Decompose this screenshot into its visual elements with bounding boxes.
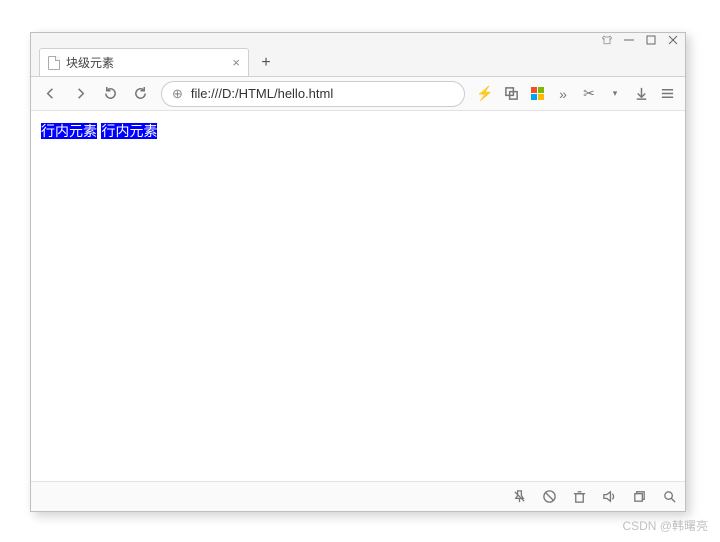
url-text: file:///D:/HTML/hello.html — [191, 86, 333, 101]
toolbar-right: ⚡ » ✂ ▾ — [473, 81, 679, 107]
download-icon[interactable] — [629, 81, 653, 107]
restore-icon[interactable] — [631, 489, 647, 505]
new-tab-button[interactable]: + — [253, 50, 279, 76]
block-icon[interactable] — [541, 489, 557, 505]
more-icon[interactable]: » — [551, 81, 575, 107]
inline-element-2: 行内元素 — [101, 123, 157, 139]
translate-icon[interactable] — [499, 81, 523, 107]
tab-title: 块级元素 — [66, 54, 114, 71]
tab-close-icon[interactable]: × — [232, 55, 240, 70]
inline-element-1: 行内元素 — [41, 123, 97, 139]
undo-button[interactable] — [127, 81, 153, 107]
close-icon[interactable] — [667, 34, 679, 46]
maximize-icon[interactable] — [645, 34, 657, 46]
browser-window: 块级元素 × + ⊕ file:///D:/HTML/hello.html ⚡ … — [30, 32, 686, 512]
page-content: 行内元素 行内元素 — [31, 111, 685, 481]
back-button[interactable] — [37, 81, 63, 107]
flash-icon[interactable]: ⚡ — [473, 81, 497, 107]
tab-strip: 块级元素 × + — [31, 47, 685, 77]
scissors-icon[interactable]: ✂ — [577, 81, 601, 107]
reload-button[interactable] — [97, 81, 123, 107]
microsoft-icon[interactable] — [525, 81, 549, 107]
document-icon — [48, 56, 60, 70]
toolbar: ⊕ file:///D:/HTML/hello.html ⚡ » ✂ ▾ — [31, 77, 685, 111]
shield-icon: ⊕ — [172, 86, 183, 102]
trash-icon[interactable] — [571, 489, 587, 505]
tshirt-icon[interactable] — [601, 34, 613, 46]
watermark: CSDN @韩曙亮 — [622, 517, 708, 534]
sound-icon[interactable] — [601, 489, 617, 505]
window-controls — [31, 33, 685, 47]
pin-icon[interactable] — [511, 489, 527, 505]
minimize-icon[interactable] — [623, 34, 635, 46]
browser-tab[interactable]: 块级元素 × — [39, 48, 249, 76]
search-icon[interactable] — [661, 489, 677, 505]
forward-button[interactable] — [67, 81, 93, 107]
scissors-chevron-icon[interactable]: ▾ — [603, 81, 627, 107]
address-bar[interactable]: ⊕ file:///D:/HTML/hello.html — [161, 81, 465, 107]
menu-icon[interactable] — [655, 81, 679, 107]
status-bar — [31, 481, 685, 511]
